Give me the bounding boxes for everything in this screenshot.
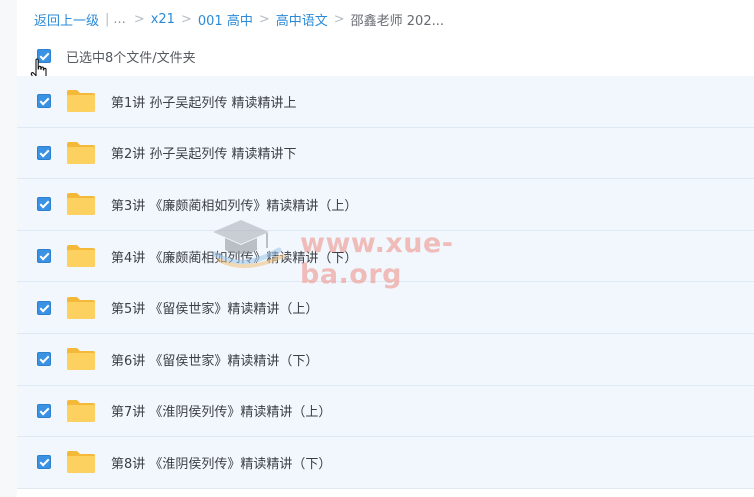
breadcrumb-arrow: > — [180, 11, 192, 27]
file-row[interactable]: 第8讲 《淮阴侯列传》精读精讲（下） — [17, 437, 754, 489]
row-checkbox[interactable] — [37, 249, 51, 264]
folder-icon — [67, 90, 95, 113]
file-name[interactable]: 第6讲 《留侯世家》精读精讲（下） — [111, 350, 318, 369]
breadcrumb-current: 邵鑫老师 202... — [350, 13, 444, 29]
breadcrumb-arrow: > — [333, 11, 345, 27]
folder-icon — [67, 399, 95, 422]
file-name[interactable]: 第1讲 孙子吴起列传 精读精讲上 — [111, 92, 297, 111]
breadcrumb-divider: | — [105, 11, 110, 27]
file-name[interactable]: 第5讲 《留侯世家》精读精讲（上） — [111, 298, 318, 317]
file-name[interactable]: 第4讲 《廉颇蔺相如列传》精读精讲（下） — [111, 247, 357, 266]
back-link[interactable]: 返回上一级 — [34, 10, 99, 29]
breadcrumb-arrow: > — [133, 11, 145, 27]
left-gutter — [0, 0, 17, 497]
row-checkbox[interactable] — [37, 300, 51, 315]
breadcrumb: 返回上一级 | ... > x21 > 001 高中 > 高中语文 > 邵鑫老师… — [34, 10, 444, 29]
file-name[interactable]: 第7讲 《淮阴侯列传》精读精讲（上） — [111, 401, 331, 420]
folder-icon — [67, 348, 95, 371]
breadcrumb-item-chinese[interactable]: 高中语文 — [276, 10, 328, 29]
folder-icon — [67, 245, 95, 268]
row-checkbox[interactable] — [37, 403, 51, 418]
folder-icon — [67, 193, 95, 216]
file-browser: 返回上一级 | ... > x21 > 001 高中 > 高中语文 > 邵鑫老师… — [0, 0, 754, 497]
file-row[interactable]: 第2讲 孙子吴起列传 精读精讲下 — [17, 127, 754, 180]
row-checkbox[interactable] — [37, 197, 51, 212]
breadcrumb-item-x21[interactable]: x21 — [151, 12, 175, 27]
file-name[interactable]: 第8讲 《淮阴侯列传》精读精讲（下） — [111, 453, 331, 472]
selection-status: 已选中8个文件/文件夹 — [66, 50, 196, 66]
file-list: 第1讲 孙子吴起列传 精读精讲上 第2讲 孙子吴起列传 精读精讲下 第3讲 《廉… — [17, 76, 754, 489]
file-row[interactable]: 第5讲 《留侯世家》精读精讲（上） — [17, 282, 754, 334]
file-name[interactable]: 第2讲 孙子吴起列传 精读精讲下 — [111, 143, 297, 162]
file-name[interactable]: 第3讲 《廉颇蔺相如列传》精读精讲（上） — [111, 195, 357, 214]
breadcrumb-arrow: > — [258, 11, 270, 27]
file-row[interactable]: 第1讲 孙子吴起列传 精读精讲上 — [17, 76, 754, 128]
folder-icon — [67, 296, 95, 319]
selection-bar: 已选中8个文件/文件夹 — [17, 38, 754, 74]
breadcrumb-ellipsis[interactable]: ... — [113, 12, 125, 27]
folder-icon — [67, 141, 95, 164]
file-row[interactable]: 第4讲 《廉颇蔺相如列传》精读精讲（下） — [17, 230, 754, 283]
row-checkbox[interactable] — [37, 352, 51, 367]
row-checkbox[interactable] — [37, 455, 51, 470]
breadcrumb-item-high-school[interactable]: 001 高中 — [198, 10, 253, 29]
file-row[interactable]: 第6讲 《留侯世家》精读精讲（下） — [17, 333, 754, 386]
row-checkbox[interactable] — [37, 145, 51, 160]
folder-icon — [67, 451, 95, 474]
row-checkbox[interactable] — [37, 94, 51, 109]
file-row[interactable]: 第3讲 《廉颇蔺相如列传》精读精讲（上） — [17, 179, 754, 231]
file-row[interactable]: 第7讲 《淮阴侯列传》精读精讲（上） — [17, 385, 754, 438]
